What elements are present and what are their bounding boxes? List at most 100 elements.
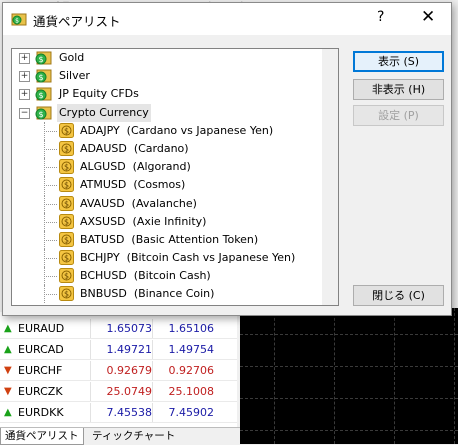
close-button[interactable]: 閉じる (C) xyxy=(353,285,444,306)
svg-text:$: $ xyxy=(64,235,69,244)
svg-text:$: $ xyxy=(64,163,69,172)
svg-text:$: $ xyxy=(38,55,43,64)
svg-text:$: $ xyxy=(15,18,19,25)
close-icon[interactable]: ✕ xyxy=(421,7,435,27)
tree-symbol-label: BCHJPY (Bitcoin Cash vs Japanese Yen) xyxy=(80,251,296,265)
svg-text:$: $ xyxy=(64,217,69,226)
bid-price: 25.0749 xyxy=(106,385,153,398)
tree-symbol-item[interactable]: $ BCHJPY (Bitcoin Cash vs Japanese Yen) xyxy=(12,249,322,268)
tree-symbol-label: ADAUSD (Cardano) xyxy=(80,141,189,155)
tree-symbol-label: ADAJPY (Cardano vs Japanese Yen) xyxy=(80,123,274,137)
hide-button[interactable]: 非表示 (H) xyxy=(353,79,444,100)
coin-icon: $ xyxy=(59,250,74,266)
coin-icon: $ xyxy=(59,268,74,284)
arrow-up-icon: ▲ xyxy=(4,344,12,355)
market-watch-row[interactable]: ▼ EURCZK 25.0749 25.1008 xyxy=(0,382,237,402)
bid-price: 0.92679 xyxy=(106,364,153,377)
tree-folder[interactable]: + $ JP Equity CFDs xyxy=(12,85,322,103)
ask-price: 1.49754 xyxy=(168,343,215,356)
folder-icon: $ xyxy=(34,68,52,84)
market-watch-panel: ▲ EURAUD 1.65073 1.65106 ▲ EURCAD 1.49721 1.497… xyxy=(0,312,237,428)
folder-icon: $ xyxy=(34,105,52,121)
market-watch-row[interactable]: ▲ EURAUD 1.65073 1.65106 xyxy=(0,319,237,339)
tree-symbol-item[interactable]: $ ALGUSD (Algorand) xyxy=(12,158,322,177)
tree-folder[interactable]: + $ Gold xyxy=(12,49,322,67)
expand-icon[interactable]: + xyxy=(19,53,30,64)
tree-symbol-label: AXSUSD (Axie Infinity) xyxy=(80,214,207,228)
symbol-tree[interactable]: + $ Gold + $ Silver + $ JP Equity CFDs − $ Crypto C… xyxy=(11,48,339,306)
arrow-up-icon: ▲ xyxy=(4,407,12,418)
tree-symbol-item[interactable]: $ ATMUSD (Cosmos) xyxy=(12,176,322,195)
svg-text:$: $ xyxy=(38,110,43,119)
tree-symbol-item[interactable]: $ ADAUSD (Cardano) xyxy=(12,139,322,158)
coin-icon: $ xyxy=(59,177,74,193)
bid-price: 7.45538 xyxy=(106,406,153,419)
bid-price: 1.49721 xyxy=(106,343,153,356)
expand-icon[interactable]: + xyxy=(19,89,30,101)
tree-symbol-label: BCHUSD (Bitcoin Cash) xyxy=(80,269,211,283)
svg-text:$: $ xyxy=(64,126,69,135)
tab-tick-chart[interactable]: ティックチャート xyxy=(88,428,179,444)
svg-text:$: $ xyxy=(64,144,69,153)
help-button[interactable]: ? xyxy=(377,9,384,25)
tree-folder-label: JP Equity CFDs xyxy=(59,87,139,101)
coin-icon: $ xyxy=(59,122,74,138)
symbol-name: EURCAD xyxy=(18,343,64,356)
tree-symbol-label: BATUSD (Basic Attention Token) xyxy=(80,232,259,246)
market-watch-row[interactable]: ▼ EURCHF 0.92679 0.92706 xyxy=(0,361,237,381)
svg-text:$: $ xyxy=(64,199,69,208)
symbol-name: EURCHF xyxy=(18,364,63,377)
market-watch-row[interactable]: ▲ EURCAD 1.49721 1.49754 xyxy=(0,340,237,360)
folder-icon: $ xyxy=(34,50,52,66)
market-watch-tabs: 通貨ペアリスト ティックチャート xyxy=(0,427,240,445)
dialog-titlebar[interactable]: $ 通貨ペアリスト ? ✕ xyxy=(3,3,451,35)
tree-symbol-label: ALGUSD (Algorand) xyxy=(80,160,191,174)
symbol-name: EURDKK xyxy=(18,406,64,419)
tree-symbol-item[interactable]: $ AXSUSD (Axie Infinity) xyxy=(12,212,322,231)
tree-symbol-label: ATMUSD (Cosmos) xyxy=(80,178,186,192)
tree-symbol-item[interactable]: $ AVAUSD (Avalanche) xyxy=(12,194,322,213)
coin-icon: $ xyxy=(59,213,74,229)
tree-scrollbar[interactable] xyxy=(322,49,338,305)
ask-price: 7.45902 xyxy=(168,406,215,419)
symbols-dialog: $ 通貨ペアリスト ? ✕ + $ Gold + $ Silver + $ JP Equity … xyxy=(2,2,452,316)
arrow-up-icon: ▲ xyxy=(4,323,12,334)
expand-icon[interactable]: + xyxy=(19,71,30,83)
bid-price: 1.65073 xyxy=(106,322,153,335)
settings-button[interactable]: 設定 (P) xyxy=(353,105,444,126)
arrow-down-icon: ▼ xyxy=(4,386,12,397)
tree-symbol-item[interactable]: $ BATUSD (Basic Attention Token) xyxy=(12,230,322,249)
tree-symbol-item[interactable]: $ BNBUSD (Binance Coin) xyxy=(12,285,322,304)
svg-text:$: $ xyxy=(64,290,69,299)
ask-price: 0.92706 xyxy=(168,364,215,377)
tree-symbol-item[interactable]: $ ADAJPY (Cardano vs Japanese Yen) xyxy=(12,121,322,140)
coin-icon: $ xyxy=(59,140,74,156)
tree-symbol-item[interactable]: $ BCHUSD (Bitcoin Cash) xyxy=(12,267,322,286)
coin-icon: $ xyxy=(59,159,74,175)
collapse-icon[interactable]: − xyxy=(19,107,30,119)
coin-icon: $ xyxy=(59,286,74,302)
tab-symbol-list[interactable]: 通貨ペアリスト xyxy=(0,428,84,445)
show-button[interactable]: 表示 (S) xyxy=(353,51,444,72)
symbols-folder-icon: $ xyxy=(11,13,27,26)
tree-folder-label: Gold xyxy=(59,51,85,64)
svg-text:$: $ xyxy=(64,272,69,281)
svg-text:$: $ xyxy=(64,254,69,263)
svg-text:$: $ xyxy=(38,91,43,100)
tree-folder-label: Silver xyxy=(59,69,90,83)
tree-folder[interactable]: + $ Silver xyxy=(12,67,322,85)
tree-folder-open[interactable]: − $ Crypto Currency xyxy=(12,103,322,122)
arrow-down-icon: ▼ xyxy=(4,365,12,376)
coin-icon: $ xyxy=(59,231,74,247)
tree-symbol-label: BNBUSD (Binance Coin) xyxy=(80,287,215,301)
dialog-title: 通貨ペアリスト xyxy=(33,14,121,29)
svg-text:$: $ xyxy=(64,181,69,190)
ask-price: 25.1008 xyxy=(168,385,215,398)
tree-folder-label: Crypto Currency xyxy=(57,103,151,122)
ask-price: 1.65106 xyxy=(168,322,215,335)
tree-symbol-label: AVAUSD (Avalanche) xyxy=(80,196,197,210)
coin-icon: $ xyxy=(59,195,74,211)
symbol-name: EURCZK xyxy=(18,385,63,398)
folder-icon: $ xyxy=(34,86,52,102)
market-watch-row[interactable]: ▲ EURDKK 7.45538 7.45902 xyxy=(0,403,237,423)
